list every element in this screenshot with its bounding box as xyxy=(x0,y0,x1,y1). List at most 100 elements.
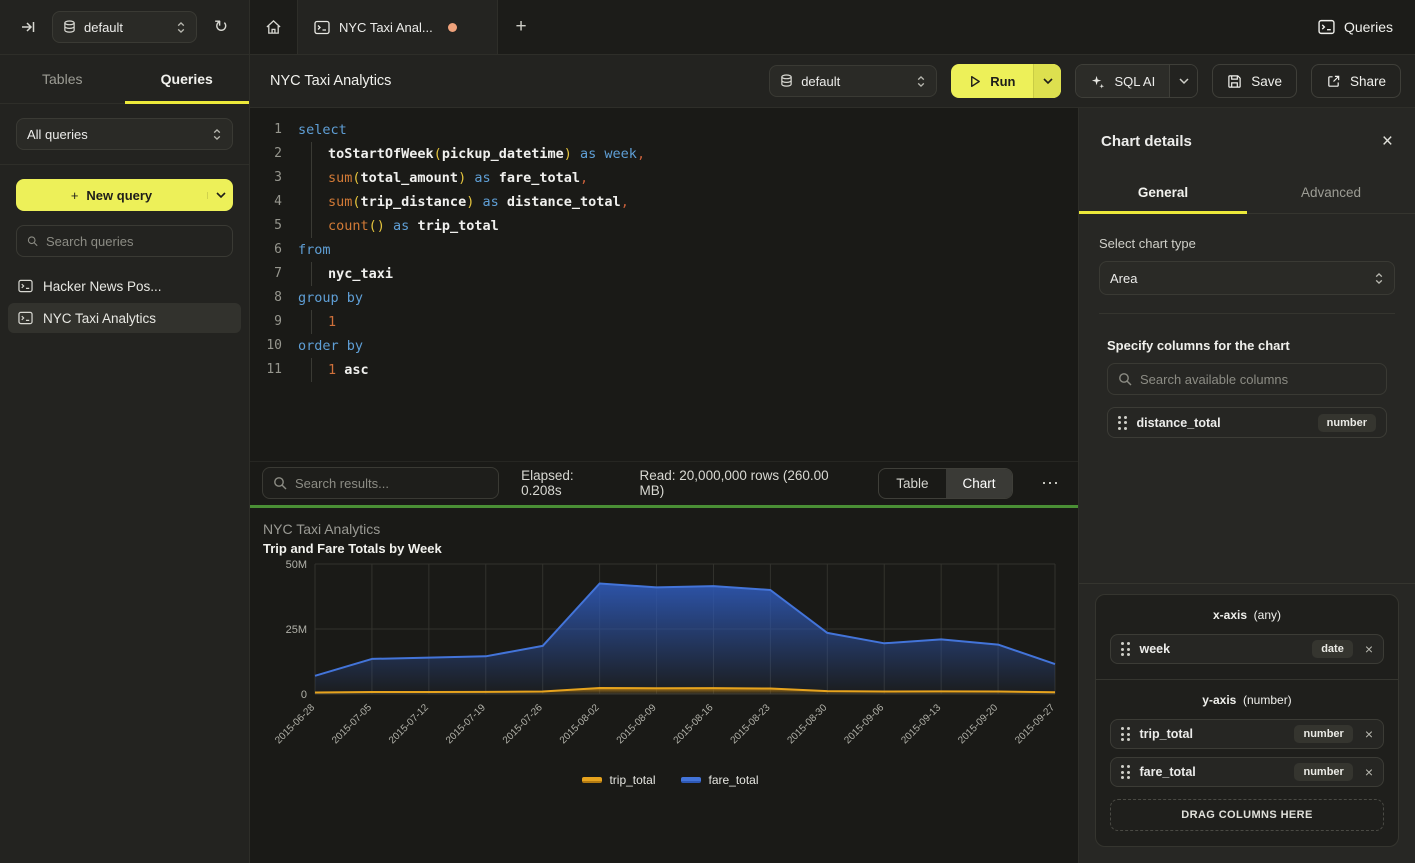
query-icon xyxy=(314,20,330,35)
queries-button[interactable]: Queries xyxy=(1318,19,1393,35)
play-icon xyxy=(969,75,981,88)
database-selector[interactable]: default xyxy=(52,11,197,43)
content: Tables Queries All queries +New query Ha… xyxy=(0,55,1415,863)
code-line: 2 toStartOfWeek(pickup_datetime) as week, xyxy=(260,142,1078,166)
chart-title: NYC Taxi Analytics xyxy=(263,521,1078,537)
home-icon xyxy=(265,19,282,35)
sql-ai-button[interactable]: SQL AI xyxy=(1075,64,1198,98)
save-button[interactable]: Save xyxy=(1212,64,1297,98)
save-label: Save xyxy=(1251,74,1282,89)
collapse-sidebar-icon[interactable] xyxy=(14,13,42,41)
sql-editor[interactable]: 1select2toStartOfWeek(pickup_datetime) a… xyxy=(250,108,1078,461)
column-type-badge: number xyxy=(1294,763,1352,781)
search-results-box[interactable] xyxy=(262,467,499,499)
search-queries-box[interactable] xyxy=(16,225,233,257)
tab-general[interactable]: General xyxy=(1079,171,1247,213)
line-number: 1 xyxy=(260,118,282,142)
remove-column-icon[interactable]: × xyxy=(1363,641,1375,657)
new-query-section: +New query xyxy=(0,165,249,211)
sql-ai-chevron[interactable] xyxy=(1169,65,1197,97)
code-text: nyc_taxi xyxy=(298,262,393,286)
tab-tables[interactable]: Tables xyxy=(0,55,125,103)
search-queries-input[interactable] xyxy=(46,234,222,249)
column-card-fare_total[interactable]: fare_totalnumber× xyxy=(1110,757,1384,787)
updown-icon xyxy=(212,128,222,141)
y-axis-columns: trip_totalnumber×fare_totalnumber× xyxy=(1110,719,1384,787)
columns-section-label: Specify columns for the chart xyxy=(1107,338,1387,353)
run-button[interactable]: Run xyxy=(951,64,1061,98)
tab-advanced[interactable]: Advanced xyxy=(1247,171,1415,213)
new-tab-button[interactable]: + xyxy=(498,0,544,54)
x-axis-label: 2015-06-28 xyxy=(273,702,317,746)
sparkle-icon xyxy=(1090,74,1105,89)
drag-handle-icon[interactable] xyxy=(1118,416,1127,430)
legend-label: fare_total xyxy=(708,773,758,787)
panel-tabs: General Advanced xyxy=(1079,171,1415,214)
query-search-section xyxy=(0,211,249,261)
query-list-item[interactable]: NYC Taxi Analytics xyxy=(8,303,241,333)
search-icon xyxy=(27,234,38,248)
x-axis-label: 2015-07-05 xyxy=(330,702,374,746)
legend-swatch xyxy=(681,777,701,783)
x-axis-label: 2015-09-06 xyxy=(842,702,886,746)
x-axis-label: 2015-09-13 xyxy=(899,702,943,746)
new-query-button[interactable]: +New query xyxy=(16,179,233,211)
close-icon[interactable]: × xyxy=(1382,132,1393,151)
remove-column-icon[interactable]: × xyxy=(1363,726,1375,742)
query-actions: default Run SQL AI xyxy=(769,64,1401,98)
drag-handle-icon[interactable] xyxy=(1121,727,1130,741)
code-line: 6from xyxy=(260,238,1078,262)
panel-spacer xyxy=(1079,444,1415,583)
column-type-badge: date xyxy=(1312,640,1353,658)
code-text: group by xyxy=(298,286,363,310)
drag-columns-drop-zone[interactable]: DRAG COLUMNS HERE xyxy=(1110,799,1384,831)
all-queries-dropdown[interactable]: All queries xyxy=(16,118,233,150)
remove-column-icon[interactable]: × xyxy=(1363,764,1375,780)
indent-guide xyxy=(311,190,328,214)
indent-guide xyxy=(311,214,328,238)
chart-type-select[interactable]: Area xyxy=(1099,261,1395,295)
query-list-item[interactable]: Hacker News Pos... xyxy=(8,271,241,301)
updown-icon xyxy=(176,21,186,34)
code-text: 1 asc xyxy=(298,358,369,382)
drag-handle-icon[interactable] xyxy=(1121,642,1130,656)
refresh-icon[interactable]: ↻ xyxy=(207,13,235,41)
indent-guide xyxy=(311,358,328,382)
tab-queries[interactable]: Queries xyxy=(125,55,250,103)
drag-handle-icon[interactable] xyxy=(1121,765,1130,779)
legend-item-trip_total[interactable]: trip_total xyxy=(582,773,655,787)
chevron-down-icon xyxy=(1179,78,1189,85)
search-columns-box[interactable] xyxy=(1107,363,1387,395)
query-filter-section: All queries xyxy=(0,104,249,165)
updown-icon xyxy=(916,75,926,88)
code-text: toStartOfWeek(pickup_datetime) as week, xyxy=(298,142,645,166)
run-database-selector[interactable]: default xyxy=(769,65,937,97)
more-options-icon[interactable]: ⋯ xyxy=(1035,473,1066,494)
sidebar: Tables Queries All queries +New query Ha… xyxy=(0,55,250,863)
search-columns-input[interactable] xyxy=(1140,372,1376,387)
search-results-input[interactable] xyxy=(295,476,488,491)
tab-strip: NYC Taxi Anal... + xyxy=(250,0,1318,54)
x-axis-columns: weekdate× xyxy=(1110,634,1384,664)
column-card-distance_total[interactable]: distance_totalnumber xyxy=(1107,407,1387,438)
saved-query-list: Hacker News Pos...NYC Taxi Analytics xyxy=(0,261,249,343)
chart-type-value: Area xyxy=(1110,271,1366,286)
area-chart[interactable]: 025M50M2015-06-282015-07-052015-07-12201… xyxy=(263,556,1078,771)
indent-guide xyxy=(311,310,328,334)
column-card-trip_total[interactable]: trip_totalnumber× xyxy=(1110,719,1384,749)
x-axis-title: x-axis xyxy=(1213,608,1247,622)
legend-item-fare_total[interactable]: fare_total xyxy=(681,773,758,787)
line-number: 2 xyxy=(260,142,282,166)
column-card-week[interactable]: weekdate× xyxy=(1110,634,1384,664)
line-number: 5 xyxy=(260,214,282,238)
tab-nyc-taxi-analytics[interactable]: NYC Taxi Anal... xyxy=(298,0,498,54)
share-button[interactable]: Share xyxy=(1311,64,1401,98)
run-options-chevron[interactable] xyxy=(1033,64,1061,98)
view-toggle-table[interactable]: Table xyxy=(879,469,945,498)
y-axis-block: y-axis (number) trip_totalnumber×fare_to… xyxy=(1096,679,1398,846)
x-axis-hint: (any) xyxy=(1254,608,1281,622)
new-query-dropdown-chevron[interactable] xyxy=(207,192,233,199)
view-toggle-chart[interactable]: Chart xyxy=(946,469,1013,498)
home-tab[interactable] xyxy=(250,0,298,54)
code-text: from xyxy=(298,238,331,262)
